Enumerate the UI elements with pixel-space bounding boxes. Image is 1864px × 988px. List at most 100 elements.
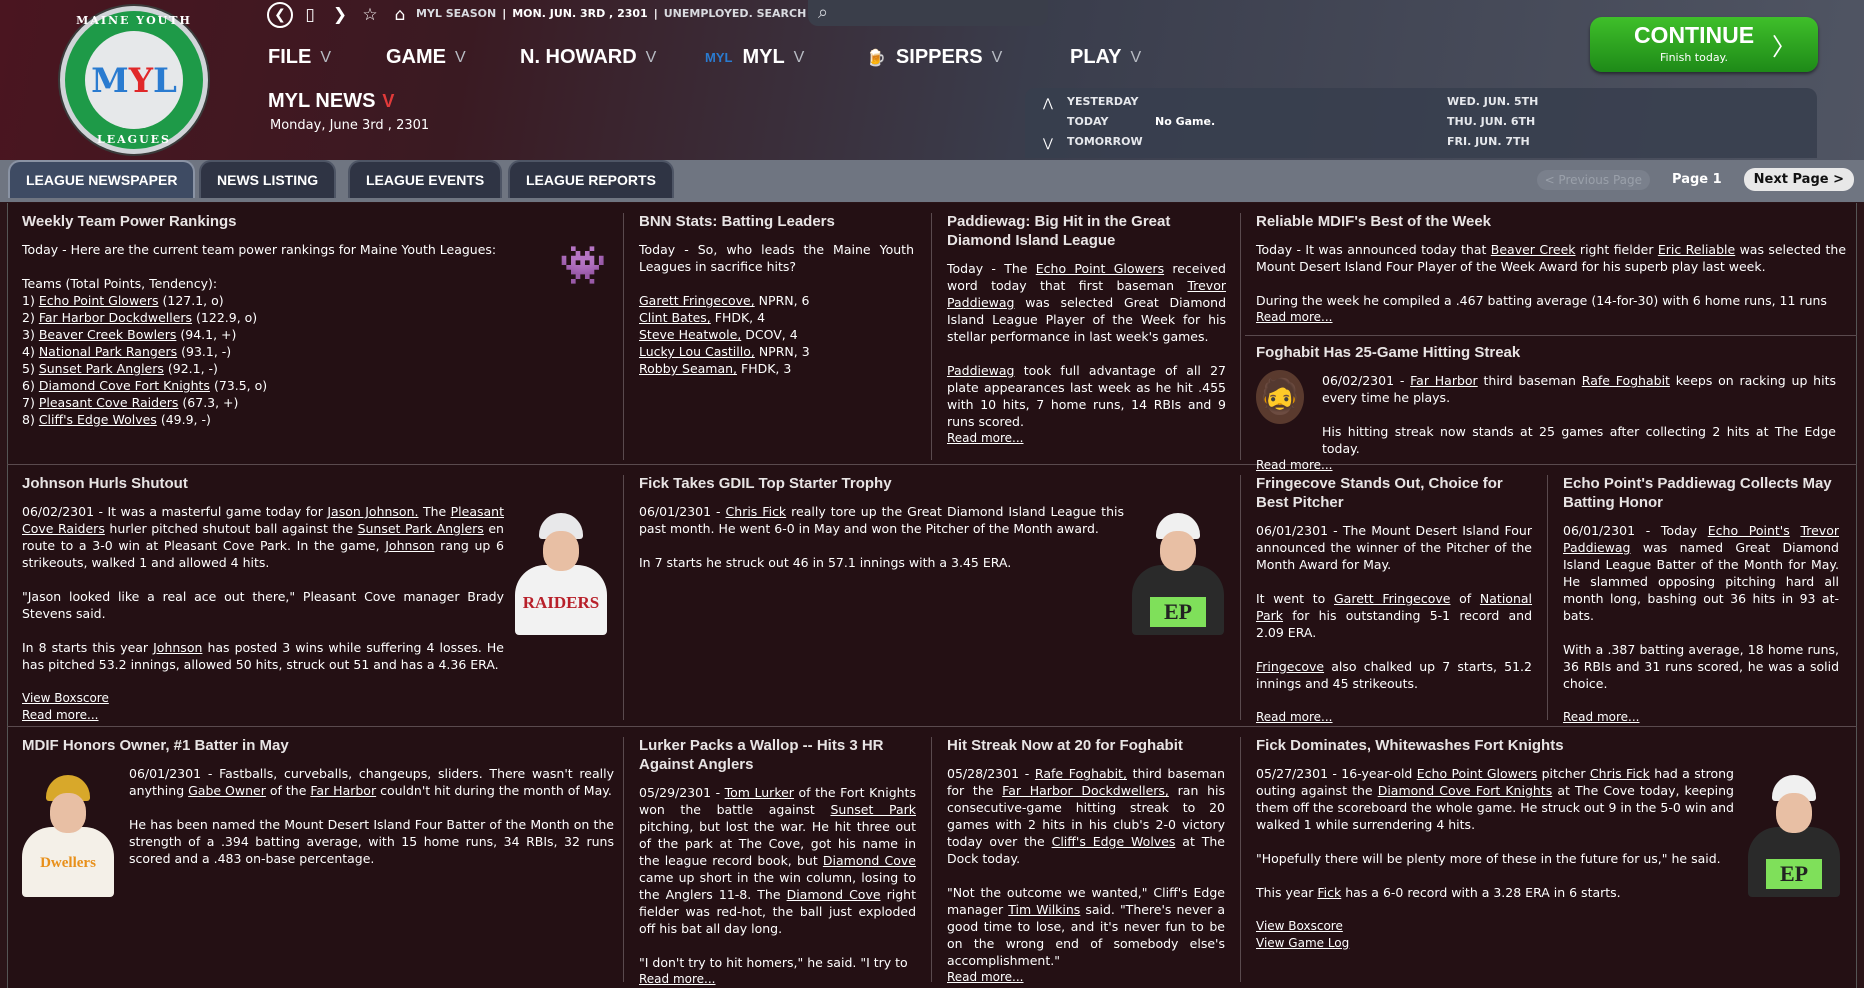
story-fick-trophy: Fick Takes GDIL Top Starter Trophy 06/01… (639, 474, 1124, 588)
home-icon[interactable]: ⌂ (387, 2, 413, 28)
player-photo[interactable]: EP (1748, 767, 1840, 897)
story-title[interactable]: Foghabit Has 25-Game Hitting Streak (1256, 343, 1836, 362)
team-link[interactable]: Echo Point Glowers (1036, 261, 1164, 276)
team-link[interactable]: Diamond Cove (787, 887, 881, 902)
back-circle-icon[interactable]: ❮ (267, 2, 293, 28)
story-title[interactable]: Weekly Team Power Rankings (22, 212, 612, 231)
player-link[interactable]: Lucky Lou Castillo, (639, 344, 755, 359)
team-link[interactable]: Diamond Cove (823, 853, 916, 868)
player-link[interactable]: Chris Fick (726, 504, 787, 519)
story-title[interactable]: Fick Dominates, Whitewashes Fort Knights (1256, 736, 1734, 755)
schedule-panel: ⋀ ⋁ YESTERDAY TODAY TOMORROW No Game. WE… (1025, 88, 1817, 158)
menu-manager[interactable]: N. HOWARD V (520, 46, 656, 69)
team-link[interactable]: Far Harbor Dockdwellers (39, 310, 192, 325)
menu-play[interactable]: PLAY V (1070, 46, 1141, 69)
story-title[interactable]: Fringecove Stands Out, Choice for Best P… (1256, 474, 1532, 512)
story-title[interactable]: Johnson Hurls Shutout (22, 474, 504, 493)
story-title[interactable]: Echo Point's Paddiewag Collects May Batt… (1563, 474, 1839, 512)
tab-news-listing[interactable]: NEWS LISTING (199, 160, 337, 198)
player-link[interactable]: Rafe Foghabit, (1035, 766, 1127, 781)
player-photo[interactable]: RAIDERS (515, 505, 607, 635)
player-link[interactable]: Fick (1317, 885, 1341, 900)
view-boxscore-link[interactable]: View Boxscore (22, 690, 504, 707)
read-more-link[interactable]: Read more... (1256, 457, 1836, 474)
player-link[interactable]: Rafe Foghabit (1582, 373, 1670, 388)
story-title[interactable]: Paddiewag: Big Hit in the Great Diamond … (947, 212, 1226, 250)
player-link[interactable]: Paddiewag (947, 363, 1015, 378)
team-link[interactable]: Echo Point Glowers (1417, 766, 1537, 781)
team-link[interactable]: Cliff's Edge Wolves (1052, 834, 1176, 849)
team-link[interactable]: Sunset Park Anglers (39, 361, 164, 376)
team-link[interactable]: Echo Point's (1708, 523, 1790, 538)
team-link[interactable]: Far Harbor (1410, 373, 1478, 388)
page-title[interactable]: MYL NEWS V (268, 90, 394, 113)
season-link[interactable]: MYL SEASON (416, 7, 496, 20)
player-link[interactable]: Chris Fick (1590, 766, 1650, 781)
team-link[interactable]: Diamond Cove Fort Knights (1378, 783, 1553, 798)
story-text: "Not the outcome we wanted," Cliff's Edg… (947, 885, 1225, 968)
story-title[interactable]: BNN Stats: Batting Leaders (639, 212, 914, 231)
read-more-link[interactable]: Read more... (1256, 309, 1846, 326)
menu-game[interactable]: GAME V (386, 46, 466, 69)
player-bust-icon: 🧔 (1256, 370, 1304, 424)
player-link[interactable]: Johnson (153, 640, 202, 655)
chevron-down-icon[interactable]: ⋁ (1043, 136, 1053, 150)
chevron-up-icon[interactable]: ⋀ (1043, 96, 1053, 110)
menu-league[interactable]: MYL MYL V (705, 46, 804, 69)
next-page-button[interactable]: Next Page > (1743, 168, 1854, 191)
player-link[interactable]: Fringecove (1256, 659, 1324, 674)
tab-league-newspaper[interactable]: LEAGUE NEWSPAPER (8, 160, 196, 198)
team-link[interactable]: Cliff's Edge Wolves (39, 412, 157, 427)
league-logo[interactable]: MAINE YOUTH MYL LEAGUES (60, 6, 208, 154)
star-icon[interactable]: ☆ (357, 2, 383, 28)
logo-ring-bottom: LEAGUES (97, 133, 171, 146)
menu-file[interactable]: FILE V (268, 46, 331, 69)
search-input[interactable] (846, 3, 1036, 23)
read-more-link[interactable]: Read more... (22, 707, 504, 724)
read-more-link[interactable]: Read more... (947, 430, 1226, 447)
story-text: 06/02/2301 - Far Harbor third baseman Ra… (1322, 373, 1836, 405)
team-link[interactable]: Beaver Creek Bowlers (39, 327, 177, 342)
team-link[interactable]: Sunset Park (830, 802, 916, 817)
team-link[interactable]: Pleasant Cove Raiders (39, 395, 179, 410)
continue-button[interactable]: CONTINUE Finish today. 〉 (1590, 17, 1818, 72)
player-link[interactable]: Gabe Owner (188, 783, 266, 798)
view-game-log-link[interactable]: View Game Log (1256, 935, 1734, 952)
story-title[interactable]: MDIF Honors Owner, #1 Batter in May (22, 736, 614, 755)
player-photo[interactable]: EP (1132, 505, 1224, 635)
player-link[interactable]: Johnson (385, 538, 434, 553)
jersey-text: EP (1766, 859, 1822, 889)
tab-league-reports[interactable]: LEAGUE REPORTS (508, 160, 674, 198)
menu-team[interactable]: 🍺 SIPPERS V (866, 46, 1002, 69)
story-title[interactable]: Reliable MDIF's Best of the Week (1256, 212, 1846, 231)
team-link[interactable]: Sunset Park Anglers (358, 521, 484, 536)
view-boxscore-link[interactable]: View Boxscore (1256, 918, 1734, 935)
player-link[interactable]: Clint Bates, (639, 310, 711, 325)
player-link[interactable]: Robby Seaman, (639, 361, 737, 376)
player-link[interactable]: Jason Johnson. (327, 504, 418, 519)
player-link[interactable]: Garett Fringecove (1334, 591, 1450, 606)
team-link[interactable]: Diamond Cove Fort Knights (39, 378, 210, 393)
team-link[interactable]: Far Harbor (310, 783, 376, 798)
team-link[interactable]: National Park Rangers (39, 344, 177, 359)
player-link[interactable]: Eric Reliable (1658, 242, 1735, 257)
read-more-link[interactable]: Read more... (1563, 709, 1839, 726)
team-link[interactable]: Beaver Creek (1491, 242, 1576, 257)
team-link[interactable]: Echo Point Glowers (39, 293, 159, 308)
read-more-link[interactable]: Read more... (639, 971, 916, 988)
story-title[interactable]: Fick Takes GDIL Top Starter Trophy (639, 474, 1124, 493)
read-more-link[interactable]: Read more... (1256, 709, 1532, 726)
read-more-link[interactable]: Read more... (947, 969, 1225, 986)
bookmark-icon[interactable]: ▯ (297, 2, 323, 28)
previous-page-button[interactable]: < Previous Page (1536, 169, 1651, 190)
player-link[interactable]: Garett Fringecove, (639, 293, 755, 308)
player-link[interactable]: Steve Heatwole, (639, 327, 741, 342)
player-link[interactable]: Tim Wilkins (1008, 902, 1080, 917)
forward-icon[interactable]: ❯ (327, 2, 353, 28)
story-title[interactable]: Lurker Packs a Wallop -- Hits 3 HR Again… (639, 736, 916, 774)
player-link[interactable]: Tom Lurker (725, 785, 794, 800)
story-title[interactable]: Hit Streak Now at 20 for Foghabit (947, 736, 1225, 755)
ranking-row: 2) Far Harbor Dockdwellers (122.9, o) (22, 310, 258, 325)
team-link[interactable]: Far Harbor Dockdwellers, (1002, 783, 1169, 798)
tab-league-events[interactable]: LEAGUE EVENTS (348, 160, 503, 198)
